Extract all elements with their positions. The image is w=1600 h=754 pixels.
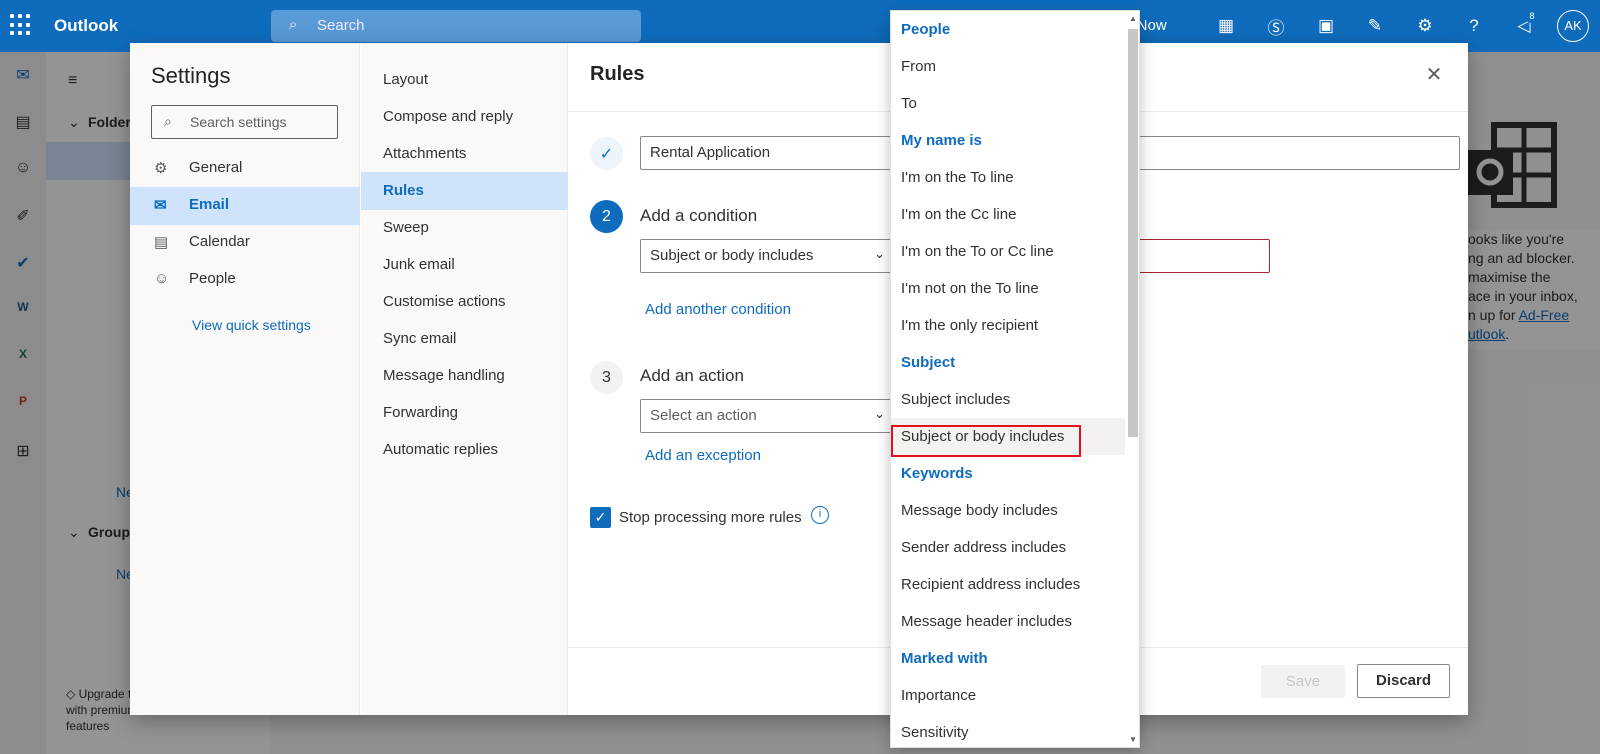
nav-email[interactable]: ✉ Email (130, 187, 360, 225)
option-on-to-line[interactable]: I'm on the To line (891, 159, 1125, 196)
subnav-automatic-replies[interactable]: Automatic replies (361, 431, 568, 469)
step-3-number: 3 (590, 361, 623, 394)
condition-dropdown-list[interactable]: People From To My name is I'm on the To … (890, 10, 1140, 748)
group-header-keywords: Keywords (901, 465, 973, 482)
option-to[interactable]: To (891, 85, 1125, 122)
nav-calendar[interactable]: ▤ Calendar (130, 224, 360, 262)
option-from[interactable]: From (891, 48, 1125, 85)
save-button[interactable]: Save (1261, 665, 1345, 698)
step-2-label: Add a condition (640, 206, 758, 225)
mail-icon: ✉ (154, 197, 167, 214)
subnav-layout[interactable]: Layout (361, 61, 568, 99)
app-title[interactable]: Outlook (54, 16, 118, 36)
settings-dialog: Settings ⌕ Search settings ⚙ General ✉ Ema… (130, 43, 1468, 715)
add-exception-link[interactable]: Add an exception (645, 447, 761, 464)
subnav-sync-email[interactable]: Sync email (361, 320, 568, 358)
scroll-up-icon[interactable]: ▲ (1129, 14, 1137, 23)
discard-button[interactable]: Discard (1357, 664, 1450, 698)
subnav-rules[interactable]: Rules (361, 172, 568, 210)
option-message-header-includes[interactable]: Message header includes (891, 603, 1125, 640)
search-icon: ⌕ (289, 16, 298, 33)
option-not-on-to-line[interactable]: I'm not on the To line (891, 270, 1125, 307)
scroll-down-icon[interactable]: ▼ (1129, 735, 1137, 744)
apps-grid-icon[interactable]: ▦ (1213, 13, 1239, 39)
option-only-recipient[interactable]: I'm the only recipient (891, 307, 1125, 344)
todo-icon[interactable]: ✎ (1362, 13, 1388, 39)
nav-label: Email (189, 196, 230, 213)
option-subject-includes[interactable]: Subject includes (891, 381, 1125, 418)
settings-search-placeholder: Search settings (190, 114, 287, 130)
option-sensitivity[interactable]: Sensitivity (891, 714, 1125, 747)
highlight-box (891, 425, 1081, 457)
option-recipient-address-includes[interactable]: Recipient address includes (891, 566, 1125, 603)
option-on-to-or-cc-line[interactable]: I'm on the To or Cc line (891, 233, 1125, 270)
teams-icon[interactable]: ▣ (1313, 13, 1339, 39)
settings-nav: Settings ⌕ Search settings ⚙ General ✉ Ema… (130, 43, 360, 715)
nav-general[interactable]: ⚙ General (130, 150, 360, 188)
stop-processing-checkbox[interactable]: ✓ (590, 507, 611, 528)
option-importance[interactable]: Importance (891, 677, 1125, 714)
subnav-sweep[interactable]: Sweep (361, 209, 568, 247)
option-message-body-includes[interactable]: Message body includes (891, 492, 1125, 529)
search-placeholder: Search (317, 17, 365, 34)
search-box[interactable]: ⌕ Search (271, 10, 641, 42)
email-subnav: Layout Compose and reply Attachments Rul… (361, 43, 568, 715)
app-launcher-icon[interactable] (10, 14, 32, 36)
search-icon: ⌕ (164, 113, 172, 129)
action-select-placeholder: Select an action (650, 407, 757, 424)
step-3-label: Add an action (640, 366, 744, 385)
subnav-forwarding[interactable]: Forwarding (361, 394, 568, 432)
stop-processing-label[interactable]: Stop processing more rules (619, 509, 802, 526)
chevron-down-icon: ⌄ (874, 406, 885, 421)
notification-badge: 8 (1525, 9, 1539, 23)
info-icon[interactable]: i (811, 506, 829, 524)
subnav-junk-email[interactable]: Junk email (361, 246, 568, 284)
condition-select[interactable]: Subject or body includes ⌄ (640, 239, 894, 273)
group-header-my-name-is: My name is (901, 132, 982, 149)
gear-icon[interactable]: ⚙ (1412, 13, 1438, 39)
nav-people[interactable]: ☺ People (130, 261, 360, 299)
condition-select-value: Subject or body includes (650, 247, 814, 264)
option-on-cc-line[interactable]: I'm on the Cc line (891, 196, 1125, 233)
nav-label: General (189, 159, 243, 176)
nav-label: Calendar (189, 233, 250, 250)
scrollbar-thumb[interactable] (1128, 29, 1138, 437)
action-select[interactable]: Select an action ⌄ (640, 399, 894, 433)
rules-title: Rules (590, 63, 645, 85)
option-sender-address-includes[interactable]: Sender address includes (891, 529, 1125, 566)
settings-title: Settings (151, 63, 231, 88)
nav-label: People (189, 270, 236, 287)
gear-icon: ⚙ (154, 160, 168, 177)
close-icon[interactable]: ✕ (1420, 62, 1448, 90)
view-quick-settings-link[interactable]: View quick settings (192, 317, 311, 333)
subnav-message-handling[interactable]: Message handling (361, 357, 568, 395)
skype-icon[interactable]: Ⓢ (1263, 13, 1289, 39)
avatar[interactable]: AK (1557, 10, 1589, 42)
subnav-customise-actions[interactable]: Customise actions (361, 283, 568, 321)
settings-search-input[interactable]: ⌕ Search settings (151, 105, 338, 139)
subnav-compose-and-reply[interactable]: Compose and reply (361, 98, 568, 136)
calendar-icon: ▤ (154, 234, 169, 251)
help-icon[interactable]: ? (1461, 13, 1487, 39)
chevron-down-icon: ⌄ (874, 246, 885, 261)
step-1-check-icon: ✓ (590, 137, 623, 170)
group-header-subject: Subject (901, 354, 956, 371)
step-2-number: 2 (590, 200, 623, 233)
group-header-people: People (901, 21, 951, 38)
subnav-attachments[interactable]: Attachments (361, 135, 568, 173)
condition-value-input[interactable] (1130, 239, 1270, 273)
group-header-marked-with: Marked with (901, 650, 988, 667)
people-icon: ☺ (154, 270, 170, 287)
add-another-condition-link[interactable]: Add another condition (645, 301, 791, 318)
